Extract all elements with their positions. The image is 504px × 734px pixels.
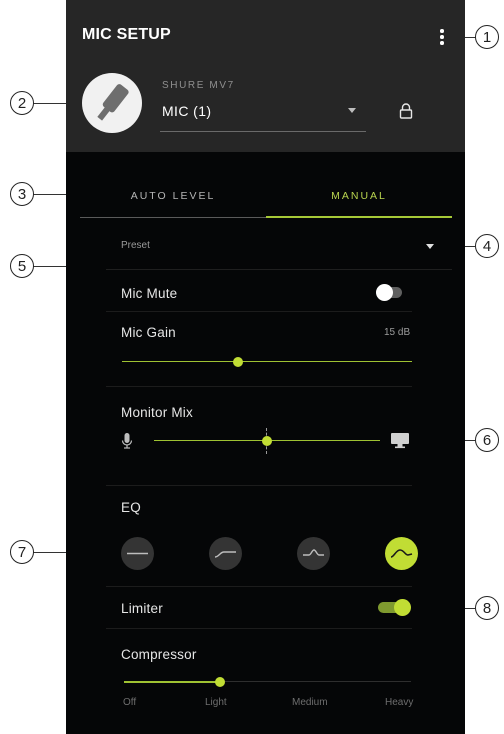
- monitor-mix-slider[interactable]: [154, 428, 380, 454]
- callout-4-number: 4: [475, 234, 499, 258]
- callout-3-number: 3: [10, 182, 34, 206]
- preset-dropdown[interactable]: Preset: [106, 228, 452, 270]
- compressor-slider[interactable]: [124, 676, 411, 687]
- tab-auto-level[interactable]: AUTO LEVEL: [80, 178, 266, 218]
- compressor-slider-thumb[interactable]: [214, 676, 225, 687]
- mic-select-dropdown[interactable]: MIC (1): [160, 96, 366, 132]
- mic-gain-slider[interactable]: [122, 356, 412, 367]
- lock-icon[interactable]: [399, 103, 413, 119]
- callout-2-number: 2: [10, 91, 34, 115]
- microphone-icon: [121, 433, 133, 449]
- header: MIC SETUP SHURE MV7 MIC (1): [66, 0, 465, 152]
- monitor-mix-slider-thumb[interactable]: [262, 435, 272, 446]
- callout-8-number: 8: [475, 596, 499, 620]
- callout-7-number: 7: [10, 540, 34, 564]
- compressor-label: Compressor: [121, 647, 197, 662]
- microphone-device-icon: [97, 84, 129, 121]
- eq-bass-cut-button[interactable]: [385, 537, 418, 570]
- callout-6-number: 6: [475, 428, 499, 452]
- eq-flat-button[interactable]: [121, 537, 154, 570]
- mic-gain-slider-thumb[interactable]: [233, 356, 243, 367]
- limiter-label: Limiter: [121, 601, 163, 616]
- tab-manual-label: MANUAL: [331, 190, 387, 202]
- mic-mute-label: Mic Mute: [121, 286, 178, 301]
- more-options-icon[interactable]: [438, 29, 446, 45]
- eq-presence-button[interactable]: [297, 537, 330, 570]
- compressor-level-medium: Medium: [292, 697, 328, 708]
- mic-gain-label: Mic Gain: [121, 325, 176, 340]
- device-name: SHURE MV7: [162, 80, 235, 91]
- callout-5-number: 5: [10, 254, 34, 278]
- limiter-toggle[interactable]: [378, 599, 412, 616]
- page-title: MIC SETUP: [82, 26, 171, 43]
- chevron-down-icon: [426, 244, 434, 249]
- compressor-level-light: Light: [205, 697, 227, 708]
- eq-label: EQ: [121, 500, 141, 515]
- mic-gain-value: 15 dB: [384, 327, 411, 338]
- preset-label: Preset: [121, 240, 150, 251]
- eq-high-pass-button[interactable]: [209, 537, 242, 570]
- monitor-mix-label: Monitor Mix: [121, 405, 193, 420]
- tab-manual[interactable]: MANUAL: [266, 178, 452, 218]
- app-screen: MIC SETUP SHURE MV7 MIC (1) AUTO LEVEL M…: [66, 0, 465, 734]
- callout-1-number: 1: [475, 25, 499, 49]
- presence-eq-icon: [303, 549, 324, 556]
- tab-auto-level-label: AUTO LEVEL: [130, 190, 216, 202]
- chevron-down-icon: [348, 108, 356, 113]
- compressor-slider-fill: [124, 681, 220, 683]
- flat-eq-icon: [127, 552, 148, 555]
- high-pass-eq-icon: [214, 551, 236, 558]
- bass-cut-eq-icon: [390, 549, 413, 558]
- mic-mute-toggle[interactable]: [376, 284, 410, 301]
- monitor-icon: [391, 433, 409, 449]
- mic-avatar: [82, 73, 142, 133]
- mic-select-value: MIC (1): [162, 103, 212, 119]
- compressor-level-off: Off: [123, 697, 137, 708]
- compressor-level-heavy: Heavy: [385, 697, 414, 708]
